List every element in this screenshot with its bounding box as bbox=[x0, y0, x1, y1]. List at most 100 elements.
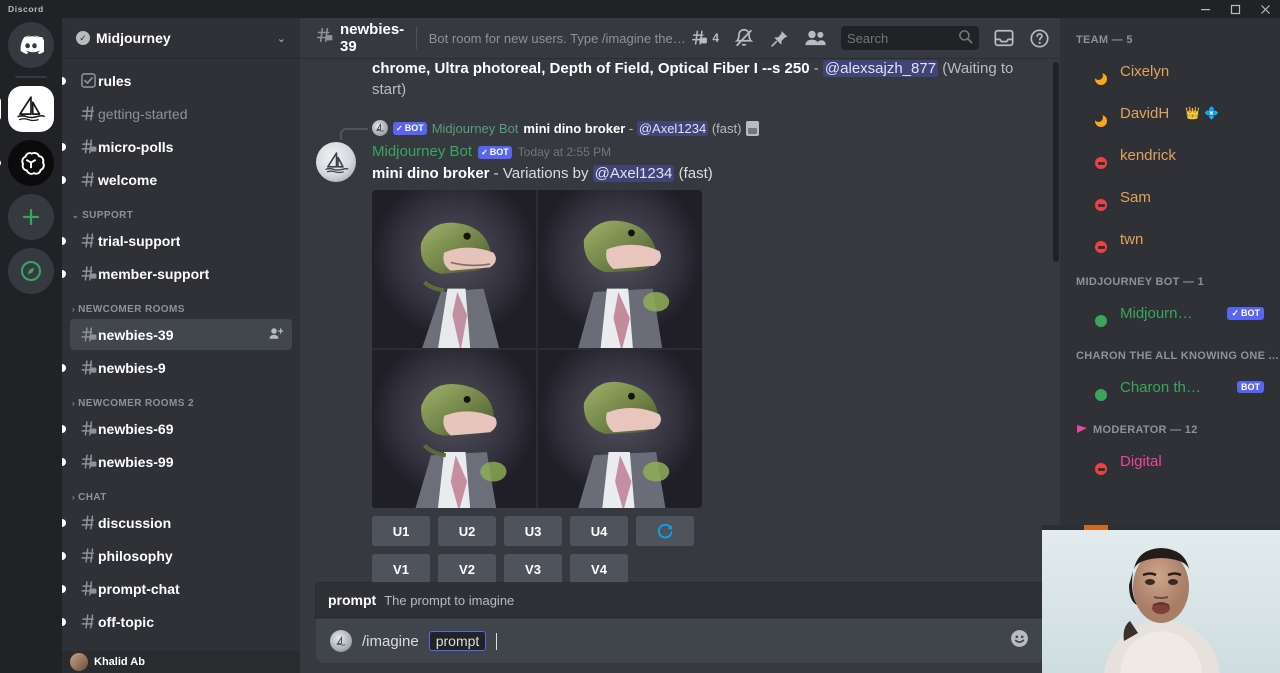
category-caret-icon: › bbox=[72, 399, 75, 408]
channel-row: trial-support bbox=[62, 224, 300, 257]
variation-button-v2[interactable]: V2 bbox=[438, 554, 496, 583]
emoji-icon[interactable] bbox=[1009, 628, 1030, 655]
reply-mention: @Axel1234 bbox=[637, 121, 708, 136]
generated-image-grid[interactable] bbox=[372, 190, 702, 508]
upscale-button-u3[interactable]: U3 bbox=[504, 516, 562, 546]
sidebar-item-discussion[interactable]: discussion bbox=[70, 507, 292, 538]
member-list-item[interactable]: Digital bbox=[1068, 440, 1272, 482]
sidebar-item-newbies-39[interactable]: newbies-39 bbox=[70, 319, 292, 350]
help-icon[interactable] bbox=[1029, 28, 1050, 49]
window-title-bar: Discord bbox=[0, 0, 1280, 18]
user-panel[interactable]: Khalid Ab bbox=[62, 651, 300, 673]
add-server-button[interactable] bbox=[8, 194, 54, 240]
slash-command-text: /imagine bbox=[362, 633, 419, 650]
member-list-icon[interactable] bbox=[804, 28, 827, 48]
member-name: Sam bbox=[1120, 189, 1151, 206]
variation-button-v4[interactable]: V4 bbox=[570, 554, 628, 583]
status-indicator-dnd bbox=[1092, 460, 1110, 478]
sidebar-item-member-support[interactable]: member-support bbox=[70, 258, 292, 289]
server-icon-midjourney[interactable] bbox=[8, 86, 54, 132]
channel-label: micro-polls bbox=[98, 139, 173, 155]
server-header[interactable]: ✓ Midjourney ⌄ bbox=[62, 18, 300, 58]
avatar bbox=[70, 653, 88, 671]
generated-image-1[interactable] bbox=[372, 190, 536, 348]
sidebar-item-off-topic[interactable]: off-topic bbox=[70, 606, 292, 637]
sidebar-item-philosophy[interactable]: philosophy bbox=[70, 540, 292, 571]
variation-button-v3[interactable]: V3 bbox=[504, 554, 562, 583]
verified-check-icon: ✓ bbox=[76, 31, 90, 45]
create-invite-icon[interactable] bbox=[269, 327, 284, 343]
sidebar-item-newbies-99[interactable]: newbies-99 bbox=[70, 446, 292, 477]
command-param-name: prompt bbox=[328, 592, 376, 608]
bot-label: BOT bbox=[490, 146, 509, 159]
search-icon bbox=[958, 29, 973, 47]
notifications-muted-icon[interactable] bbox=[733, 27, 755, 49]
upscale-button-u1[interactable]: U1 bbox=[372, 516, 430, 546]
sidebar-item-newbies-69[interactable]: newbies-69 bbox=[70, 413, 292, 444]
server-icon-openai[interactable] bbox=[8, 140, 54, 186]
user-mention[interactable]: @alexsajzh_877 bbox=[823, 60, 938, 77]
member-group-header: MODERATOR — 12 bbox=[1060, 424, 1280, 440]
hash-icon bbox=[78, 104, 98, 123]
unread-indicator bbox=[62, 519, 66, 527]
member-list-item[interactable]: Charon the FAQ ...BOT bbox=[1068, 366, 1272, 408]
message-list[interactable]: chrome, Ultra photoreal, Depth of Field,… bbox=[300, 58, 1060, 583]
server-icon-home[interactable] bbox=[8, 22, 54, 68]
sidebar-item-prompt-chat[interactable]: prompt-chat bbox=[70, 573, 292, 604]
refresh-icon bbox=[657, 523, 674, 540]
sidebar-item-newbies-9[interactable]: newbies-9 bbox=[70, 352, 292, 383]
user-mention[interactable]: @Axel1234 bbox=[593, 165, 675, 182]
sidebar-item-trial-support[interactable]: trial-support bbox=[70, 225, 292, 256]
channel-list[interactable]: rules getting-started micro-polls welcome⌄S… bbox=[62, 58, 300, 651]
maximize-button[interactable] bbox=[1220, 0, 1250, 18]
generated-image-2[interactable] bbox=[538, 190, 702, 348]
member-group-label: MIDJOURNEY BOT — 1 bbox=[1076, 276, 1204, 288]
pinned-messages-icon[interactable] bbox=[769, 28, 790, 49]
sidebar-item-micro-polls[interactable]: micro-polls bbox=[70, 131, 292, 162]
threads-icon[interactable]: 4 bbox=[688, 28, 719, 48]
command-argument-chip[interactable]: prompt bbox=[429, 631, 487, 651]
sidebar-item-rules[interactable]: rules bbox=[70, 65, 292, 96]
avatar[interactable] bbox=[316, 142, 356, 182]
upscale-button-u2[interactable]: U2 bbox=[438, 516, 496, 546]
channel-label: member-support bbox=[98, 266, 209, 282]
explore-servers-button[interactable] bbox=[8, 248, 54, 294]
channel-category-chat[interactable]: ›CHAT bbox=[62, 478, 300, 506]
variation-button-v1[interactable]: V1 bbox=[372, 554, 430, 583]
avatar bbox=[1076, 297, 1108, 329]
member-list-item[interactable]: Sam bbox=[1068, 176, 1272, 218]
channel-row: newbies-9 bbox=[62, 351, 300, 384]
channel-label: getting-started bbox=[98, 106, 188, 122]
message-author[interactable]: Midjourney Bot bbox=[372, 142, 472, 162]
message-scrollbar[interactable] bbox=[1053, 62, 1059, 262]
channel-category-support[interactable]: ⌄SUPPORT bbox=[62, 196, 300, 224]
message-input[interactable]: /imagine prompt bbox=[316, 619, 1044, 663]
member-group-header: CHARON THE ALL KNOWING ONE ... bbox=[1060, 350, 1280, 366]
channel-row: micro-polls bbox=[62, 130, 300, 163]
inbox-icon[interactable] bbox=[993, 28, 1015, 48]
member-list-item[interactable]: twn bbox=[1068, 218, 1272, 260]
member-list-item[interactable]: kendrick bbox=[1068, 134, 1272, 176]
channel-category-newcomer-rooms[interactable]: ›NEWCOMER ROOMS bbox=[62, 290, 300, 318]
search-input[interactable]: Search bbox=[841, 26, 979, 50]
upscale-button-u4[interactable]: U4 bbox=[570, 516, 628, 546]
webcam-overlay bbox=[1042, 525, 1280, 673]
member-list-item[interactable]: Cixelyn bbox=[1068, 50, 1272, 92]
member-list-item[interactable]: Midjourney Bot✓BOT bbox=[1068, 292, 1272, 334]
channel-category-newcomer-rooms-2[interactable]: ›NEWCOMER ROOMS 2 bbox=[62, 384, 300, 412]
generated-image-3[interactable] bbox=[372, 350, 536, 508]
channel-label: discussion bbox=[98, 515, 171, 531]
sidebar-item-getting-started[interactable]: getting-started bbox=[70, 98, 292, 129]
minimize-button[interactable] bbox=[1190, 0, 1220, 18]
sidebar-item-welcome[interactable]: welcome bbox=[70, 164, 292, 195]
generated-image-4[interactable] bbox=[538, 350, 702, 508]
member-list-item[interactable]: DavidH👑💠 bbox=[1068, 92, 1272, 134]
upload-attachment-button[interactable] bbox=[330, 630, 352, 652]
hash-thread-icon bbox=[314, 25, 334, 51]
reply-author[interactable]: Midjourney Bot bbox=[432, 121, 519, 136]
reply-context[interactable]: ✓BOT Midjourney Bot mini dino broker - @… bbox=[316, 118, 1048, 138]
member-badges: 👑💠 bbox=[1185, 106, 1219, 120]
reroll-button[interactable] bbox=[636, 516, 694, 546]
member-name: Digital bbox=[1120, 453, 1162, 470]
close-button[interactable] bbox=[1250, 0, 1280, 18]
